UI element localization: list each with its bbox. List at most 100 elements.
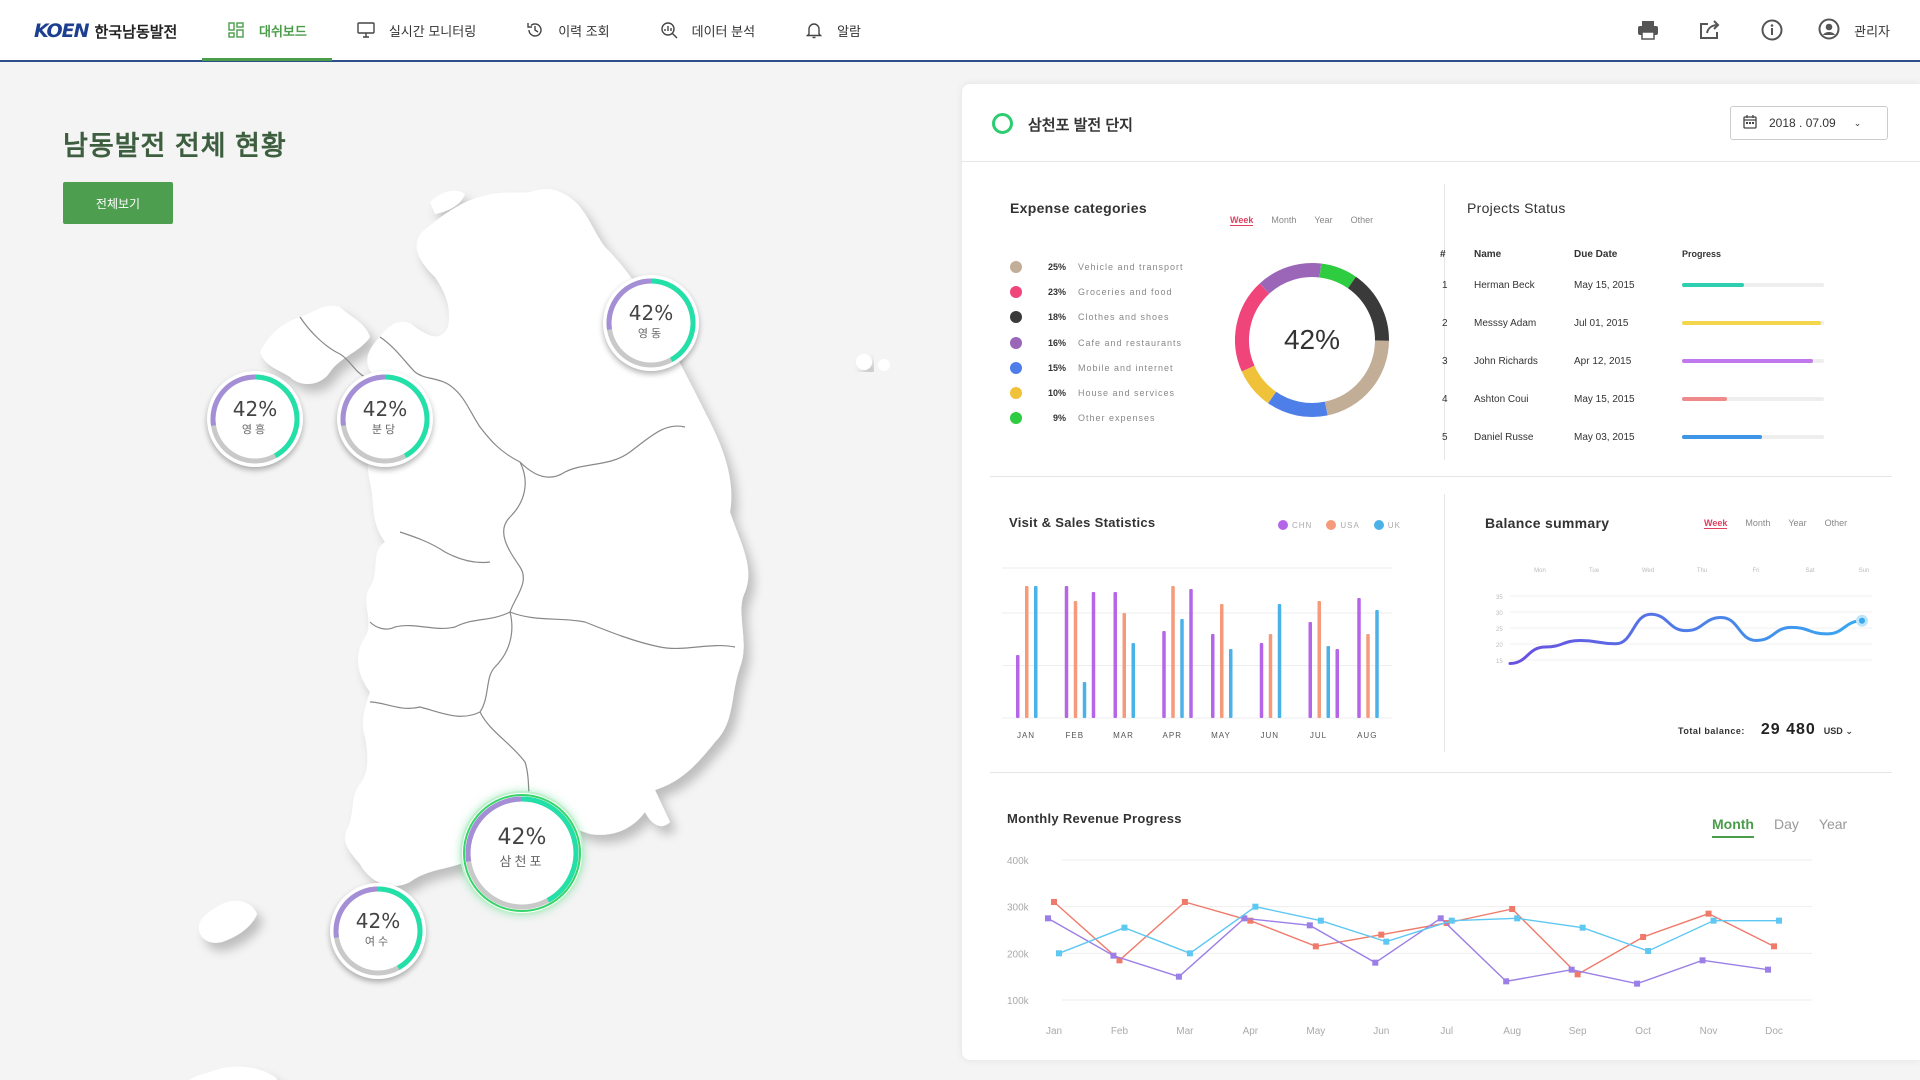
expense-legend: 25% Vehicle and transport 23% Groceries and… <box>1010 254 1184 431</box>
x-tick-label: Tue <box>1589 568 1600 574</box>
plant-gauge[interactable]: 42% 영동 <box>603 275 699 371</box>
donut-center-value: 42% <box>1284 324 1340 355</box>
table-row[interactable]: 2 Messsy Adam Jul 01, 2015 <box>1428 304 1842 342</box>
row-progress <box>1682 342 1842 380</box>
revenue-point <box>1110 952 1117 959</box>
user-icon <box>1818 18 1840 43</box>
plant-gauge[interactable]: 42% 삼천포 <box>462 793 582 913</box>
legend-dot <box>1010 285 1022 298</box>
x-tick-label: Sun <box>1859 568 1870 574</box>
donut-slice <box>1241 365 1277 404</box>
info-icon[interactable] <box>1760 18 1784 42</box>
nav-dashboard[interactable]: 대쉬보드 <box>202 0 332 61</box>
total-balance-value: 29 480 <box>1760 721 1816 738</box>
col-no: # <box>1440 248 1446 260</box>
view-all-button[interactable]: 전체보기 <box>63 182 173 224</box>
bar-extra <box>1189 589 1193 718</box>
bar-chn <box>1308 622 1312 718</box>
date-picker[interactable]: 2018 . 07.09 ⌄ <box>1730 106 1888 140</box>
nav-realtime-monitoring[interactable]: 실시간 모니터링 <box>332 0 501 60</box>
nav-history[interactable]: 이력 조회 <box>501 0 634 60</box>
plant-gauge[interactable]: 42% 여수 <box>330 883 426 979</box>
top-bar: KOEN 한국남동발전 대쉬보드 실시간 모니터링 이력 조회 데이터 분석 알… <box>0 0 1920 62</box>
progress-fill <box>1682 359 1813 363</box>
nav-data-analysis[interactable]: 데이터 분석 <box>635 0 780 60</box>
legend-value: 9% <box>1052 413 1066 424</box>
gauge-name: 삼천포 <box>499 855 545 871</box>
revenue-point <box>1448 917 1455 924</box>
table-row[interactable]: 3 John Richards Apr 12, 2015 <box>1428 342 1842 380</box>
gauge-value: 42% <box>362 396 408 421</box>
revenue-tab-day[interactable]: Day <box>1774 816 1799 838</box>
overview-area: 남동발전 전체 현황 전체보기 42% 영흥 42% 분당 42% 영동 42%… <box>0 62 960 1080</box>
share-icon[interactable] <box>1698 18 1722 42</box>
bar-chn <box>1259 643 1264 718</box>
revenue-tab-year[interactable]: Year <box>1819 816 1847 838</box>
balance-title: Balance summary <box>1485 515 1610 531</box>
x-tick-label: MAR <box>1113 731 1134 740</box>
revenue-line <box>1058 905 1779 955</box>
expense-tab-year[interactable]: Year <box>1314 215 1332 226</box>
logo[interactable]: KOEN 한국남동발전 <box>34 20 177 42</box>
balance-tab-week[interactable]: Week <box>1704 518 1728 529</box>
table-row[interactable]: 4 Ashton Coui May 15, 2015 <box>1428 380 1842 418</box>
currency-select[interactable]: USD ⌄ <box>1824 726 1853 737</box>
legend-label: CHN <box>1292 520 1313 530</box>
row-progress <box>1682 304 1842 342</box>
revenue-point <box>1579 924 1586 931</box>
table-row[interactable]: 1 Herman Beck May 15, 2015 <box>1428 266 1842 304</box>
revenue-point <box>1509 906 1516 912</box>
x-tick-label: Jan <box>1046 1026 1062 1037</box>
gauge-value: 42% <box>628 300 674 325</box>
toolbar: 관리자 <box>1636 0 1890 60</box>
expense-tab-month[interactable]: Month <box>1271 215 1296 226</box>
revenue-point <box>1437 915 1444 922</box>
user-menu[interactable]: 관리자 <box>1818 18 1890 43</box>
expense-tab-week[interactable]: Week <box>1230 215 1254 226</box>
gauge-value: 42% <box>497 825 547 851</box>
projects-title: Projects Status <box>1467 200 1566 216</box>
revenue-point <box>1045 915 1051 922</box>
balance-tab-other[interactable]: Other <box>1825 518 1848 529</box>
plant-gauge[interactable]: 42% 영흥 <box>207 371 303 467</box>
bar-usa <box>1171 586 1175 718</box>
x-tick-label: Sep <box>1569 1026 1587 1037</box>
print-icon[interactable] <box>1636 18 1660 42</box>
date-value: 2018 . 07.09 <box>1769 116 1836 130</box>
revenue-point <box>1771 943 1777 950</box>
nav-label: 이력 조회 <box>558 23 610 39</box>
legend-label: Other expenses <box>1078 413 1156 424</box>
legend-item: 23% Groceries and food <box>1010 279 1184 304</box>
bar-uk <box>1034 586 1038 718</box>
bar-usa <box>1122 613 1126 718</box>
revenue-line <box>1053 901 1775 976</box>
balance-tab-year[interactable]: Year <box>1788 518 1806 529</box>
legend-value: 25% <box>1047 261 1066 272</box>
legend-value: 18% <box>1047 312 1066 323</box>
chevron-down-icon: ⌄ <box>1845 726 1853 736</box>
end-point <box>1859 617 1865 624</box>
revenue-tab-month[interactable]: Month <box>1712 816 1754 838</box>
visits-bar-chart: JAN FEB MAR APR MAY JUN JUL AUG <box>1002 567 1392 740</box>
revenue-point <box>1252 903 1259 910</box>
col-progress: Progress <box>1682 249 1722 259</box>
table-row[interactable]: 5 Daniel Russe May 03, 2015 <box>1428 418 1842 456</box>
balance-tab-month[interactable]: Month <box>1745 518 1770 529</box>
expense-tab-other[interactable]: Other <box>1351 215 1374 226</box>
legend-label: House and services <box>1078 388 1176 399</box>
legend-dot <box>1010 412 1022 425</box>
legend-item: UK <box>1373 520 1401 530</box>
row-no: 3 <box>1442 355 1448 367</box>
y-tick-label: 200k <box>1007 949 1030 960</box>
revenue-point <box>1640 934 1647 940</box>
balance-tabs: Week Month Year Other <box>1704 518 1847 529</box>
legend-dot <box>1010 311 1022 324</box>
nav-alarm[interactable]: 알람 <box>780 0 886 60</box>
revenue-point <box>1378 931 1385 938</box>
x-tick-label: JAN <box>1017 731 1035 740</box>
row-name: Messsy Adam <box>1474 317 1537 329</box>
plant-gauge[interactable]: 42% 분당 <box>337 371 433 467</box>
donut-slice <box>1347 276 1389 341</box>
gauge-name: 영동 <box>637 326 665 340</box>
gauge-value: 42% <box>232 396 278 421</box>
